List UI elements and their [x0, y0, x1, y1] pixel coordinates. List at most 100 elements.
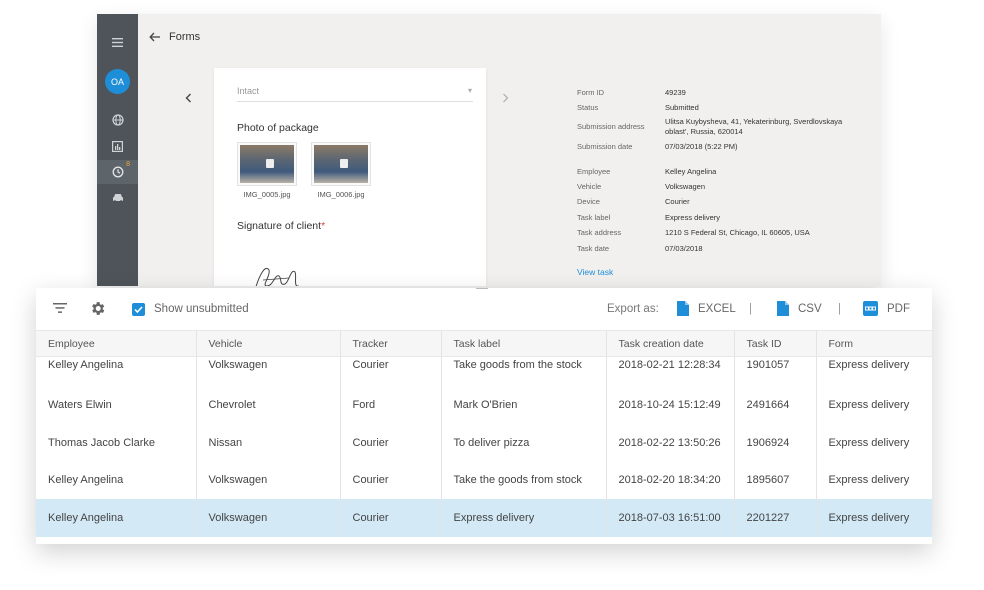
photo-label: Photo of package: [237, 122, 319, 134]
menu-button[interactable]: [97, 30, 138, 54]
detail-value: Volkswagen: [665, 182, 706, 191]
show-unsubmitted-checkbox[interactable]: [132, 303, 145, 316]
cell-employee: Waters Elwin: [36, 386, 197, 424]
car-icon: [112, 194, 123, 203]
gear-icon[interactable]: [89, 300, 106, 317]
photo-caption-2: IMG_0006.jpg: [317, 190, 365, 199]
signature-label-text: Signature of client: [237, 220, 322, 232]
export-csv-button[interactable]: CSV: [798, 303, 822, 315]
forms-window: OA 8 Forms Intact ▾ Photo of package IMG…: [97, 14, 881, 286]
cell-task-id: 2201227: [734, 499, 817, 537]
table-row[interactable]: Thomas Jacob Clarke Nissan Courier To de…: [36, 424, 932, 462]
detail-label: Vehicle: [577, 182, 602, 191]
sidebar-item-vehicles[interactable]: [97, 186, 138, 210]
table-row-selected[interactable]: Kelley Angelina Volkswagen Courier Expre…: [36, 499, 932, 537]
view-task-link[interactable]: View task: [577, 267, 613, 277]
cell-form: Express delivery: [828, 359, 910, 371]
column-header-form[interactable]: Form: [816, 330, 932, 357]
sidebar-item-map[interactable]: [97, 108, 138, 132]
detail-value: Express delivery: [665, 213, 721, 222]
column-header-task-label[interactable]: Task label: [441, 330, 607, 357]
cell-task-id: 1895607: [734, 461, 817, 499]
detail-label: Device: [577, 197, 600, 206]
required-mark: *: [321, 220, 326, 232]
export-pdf-button[interactable]: PDF: [887, 303, 910, 315]
cell-tracker: Courier: [340, 499, 442, 537]
cell-form: Express delivery: [816, 499, 932, 537]
detail-label: Employee: [577, 167, 611, 176]
csv-file-icon[interactable]: [777, 301, 789, 316]
table-row[interactable]: Kelley Angelina Volkswagen Courier Take …: [36, 356, 932, 387]
page-title: Forms: [169, 31, 201, 43]
sidebar: OA 8: [97, 14, 138, 286]
photo-image-2: [314, 145, 368, 183]
export-label: Export as:: [607, 303, 659, 315]
submissions-table: Employee Vehicle Tracker Task label Task…: [36, 330, 932, 537]
header-bar: Forms: [138, 24, 200, 50]
sidebar-item-tasks[interactable]: 8: [97, 160, 138, 184]
pdf-file-icon[interactable]: [863, 301, 878, 316]
next-form-button[interactable]: [502, 93, 509, 106]
detail-value: 07/03/2018 (5:22 PM): [665, 142, 738, 151]
back-arrow-icon[interactable]: [147, 32, 163, 42]
submissions-table-panel: Show unsubmitted Export as: EXCEL | CSV …: [36, 288, 932, 544]
detail-value: 49239: [665, 88, 686, 97]
chevron-left-icon: [185, 93, 191, 103]
cell-task-creation-date: 2018-02-21 12:28:34: [606, 356, 735, 387]
filter-icon[interactable]: [53, 302, 67, 314]
column-header-task-id[interactable]: Task ID: [734, 330, 817, 357]
column-header-employee[interactable]: Employee: [36, 330, 197, 357]
globe-icon: [111, 114, 124, 126]
signature-label: Signature of client*: [237, 220, 325, 232]
clock-pin-icon: [112, 166, 123, 178]
signature-image: [255, 268, 299, 286]
cell-form: Express delivery: [828, 399, 910, 412]
column-header-vehicle[interactable]: Vehicle: [196, 330, 341, 357]
cell-vehicle: Volkswagen: [196, 356, 341, 387]
export-excel-button[interactable]: EXCEL: [698, 303, 736, 315]
cell-task-label: Express delivery: [441, 499, 607, 537]
notification-badge: 8: [126, 161, 130, 168]
cell-task-creation-date: 2018-10-24 15:12:49: [606, 386, 735, 424]
detail-label: Submission address: [577, 122, 645, 131]
cell-tracker: Ford: [340, 386, 442, 424]
prev-form-button[interactable]: [185, 93, 192, 106]
export-separator: |: [749, 303, 752, 315]
detail-label: Submission date: [577, 142, 633, 151]
cell-task-creation-date: 2018-02-20 18:34:20: [606, 461, 735, 499]
cell-vehicle: Nissan: [196, 424, 341, 462]
table-row[interactable]: Waters Elwin Chevrolet Ford Mark O'Brien…: [36, 386, 932, 424]
show-unsubmitted-label[interactable]: Show unsubmitted: [154, 303, 249, 315]
cell-task-id: 1906924: [734, 424, 817, 462]
condition-select[interactable]: Intact ▾: [237, 84, 473, 102]
excel-file-icon[interactable]: [677, 301, 689, 316]
cell-employee: Kelley Angelina: [36, 499, 197, 537]
cell-tracker: Courier: [340, 424, 442, 462]
photo-thumbnail-2[interactable]: [311, 142, 371, 186]
column-header-task-creation-date[interactable]: Task creation date: [606, 330, 735, 357]
detail-label: Form ID: [577, 88, 605, 97]
detail-value: 07/03/2018: [665, 244, 703, 253]
cell-tracker: Courier: [340, 356, 442, 387]
sidebar-item-reports[interactable]: [97, 134, 138, 158]
cell-form: Express delivery: [828, 474, 910, 487]
photo-thumbnail-1[interactable]: [237, 142, 297, 186]
cell-task-label: Take goods from the stock: [441, 356, 607, 387]
detail-value: Kelley Angelina: [665, 167, 717, 176]
form-card: Intact ▾ Photo of package IMG_0005.jpg I…: [214, 68, 486, 286]
table-row[interactable]: Kelley Angelina Volkswagen Courier Take …: [36, 461, 932, 499]
cell-vehicle: Chevrolet: [196, 386, 341, 424]
avatar[interactable]: OA: [105, 69, 130, 94]
export-separator: |: [838, 303, 841, 315]
detail-value: Ulitsa Kuybysheva, 41, Yekaterinburg, Sv…: [665, 117, 843, 136]
detail-label: Status: [577, 103, 599, 112]
hamburger-menu-icon: [112, 37, 123, 47]
cell-employee: Kelley Angelina: [36, 356, 197, 387]
cell-form: Express delivery: [828, 436, 910, 449]
bar-chart-icon: [112, 140, 123, 152]
detail-value: 1210 S Federal St, Chicago, IL 60605, US…: [665, 228, 810, 237]
cell-tracker: Courier: [340, 461, 442, 499]
stage: OA 8 Forms Intact ▾ Photo of package IMG…: [0, 0, 984, 590]
avatar-initials: OA: [110, 76, 124, 87]
column-header-tracker[interactable]: Tracker: [340, 330, 442, 357]
